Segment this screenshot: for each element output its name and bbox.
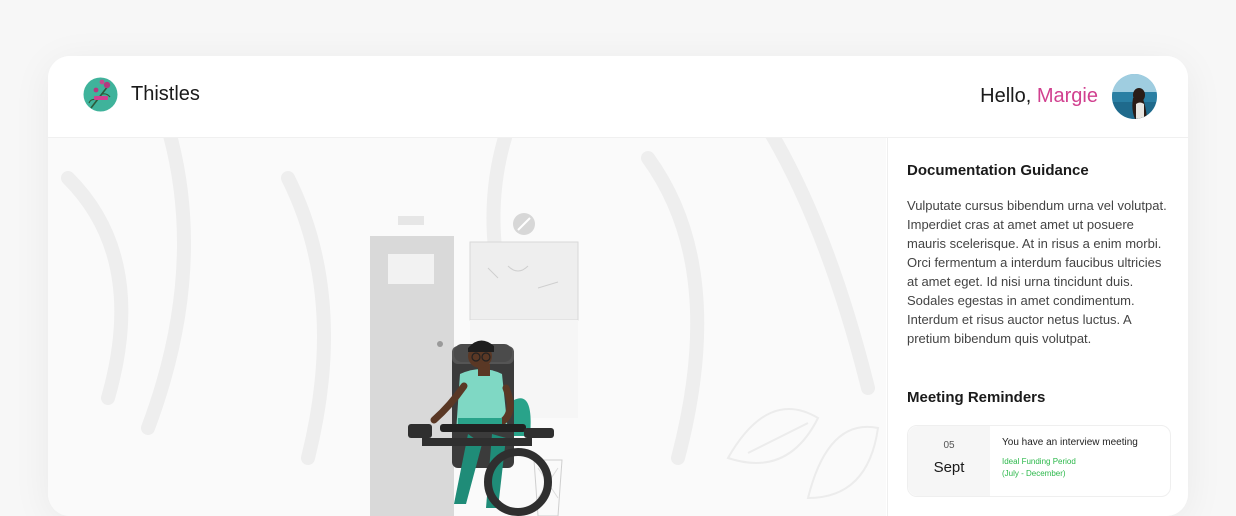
meeting-day: 05 bbox=[943, 440, 955, 451]
meeting-date: 05 Sept bbox=[908, 426, 990, 496]
thistle-flower-icon bbox=[83, 77, 118, 112]
documentation-guidance-text: Vulputate cursus bibendum urna vel volut… bbox=[907, 198, 1167, 346]
person-in-wheelchair-illustration bbox=[370, 213, 579, 516]
top-header: Thistles Hello, Margie bbox=[48, 56, 1188, 138]
meeting-reminder-card[interactable]: 05 Sept You have an interview meeting Id… bbox=[907, 425, 1171, 497]
app-card: Thistles Hello, Margie Documentation Gui… bbox=[48, 56, 1188, 516]
meeting-period-title: Ideal Funding Period bbox=[1002, 457, 1076, 466]
meeting-month: Sept bbox=[933, 459, 965, 476]
meeting-description: You have an interview meeting bbox=[1002, 437, 1138, 448]
brand[interactable]: Thistles bbox=[82, 76, 200, 113]
user-name: Margie bbox=[1036, 85, 1098, 107]
meeting-reminders-title: Meeting Reminders bbox=[907, 389, 1046, 406]
avatar-image bbox=[1112, 74, 1157, 119]
meeting-period-range: (July - December) bbox=[1002, 469, 1066, 478]
meeting-period: Ideal Funding Period (July - December) bbox=[1002, 456, 1076, 480]
user-avatar[interactable] bbox=[1112, 74, 1157, 119]
right-sidebar: Documentation Guidance Vulputate cursus … bbox=[887, 138, 1188, 516]
app-name: Thistles bbox=[131, 83, 200, 105]
illustration-area bbox=[48, 138, 886, 516]
documentation-guidance-title: Documentation Guidance bbox=[907, 162, 1089, 179]
greeting-prefix: Hello, bbox=[980, 85, 1037, 107]
greeting: Hello, Margie bbox=[980, 85, 1098, 108]
